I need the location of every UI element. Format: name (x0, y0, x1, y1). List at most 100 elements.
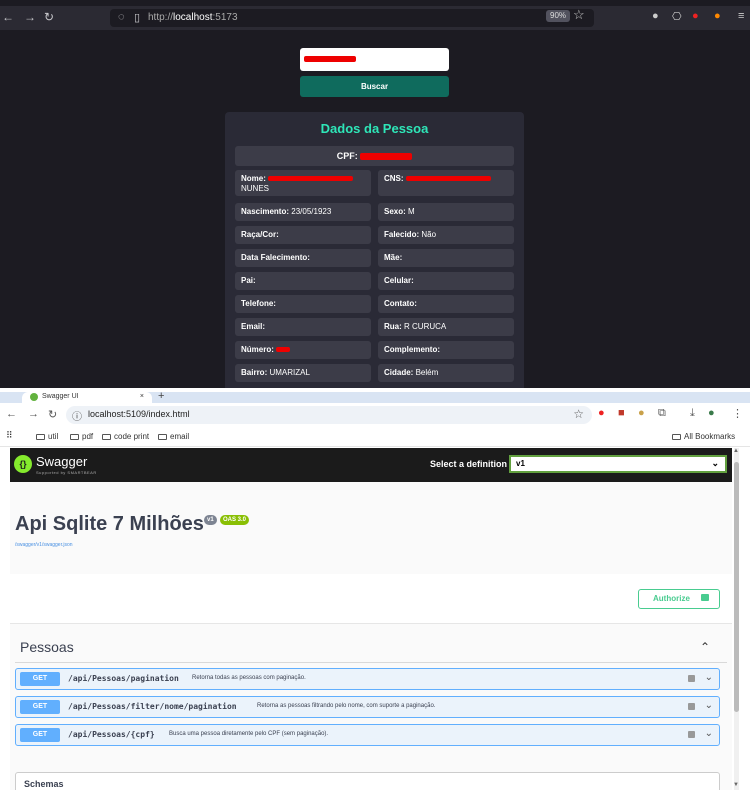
field-contato: Contato: (378, 295, 514, 313)
forward-arrow-icon[interactable]: → (28, 408, 39, 420)
extension-icon[interactable]: ⎔ (672, 10, 682, 23)
addon-icon[interactable]: ● (714, 10, 721, 22)
back-arrow-icon[interactable]: ← (6, 408, 17, 420)
omnibox[interactable]: ⓘ localhost:5109/index.html ☆ (66, 406, 592, 424)
definition-select[interactable]: v1 ⌄ (509, 455, 727, 473)
authorize-button[interactable]: Authorize (638, 589, 720, 609)
method-badge: GET (20, 700, 60, 714)
bookmark-code-print[interactable]: code print (102, 432, 149, 441)
folder-icon (36, 434, 45, 440)
reload-icon[interactable]: ↻ (48, 408, 57, 421)
redacted-number (276, 347, 291, 353)
operation-get-pagination[interactable]: GET /api/Pessoas/pagination Retorna toda… (15, 668, 720, 690)
api-info: Api Sqlite 7 Milhões v1 OAS 3.0 /swagger… (10, 482, 732, 574)
tab-swagger[interactable]: Swagger UI × (22, 392, 152, 403)
operation-path: /api/Pessoas/pagination (68, 674, 179, 683)
folder-icon (70, 434, 79, 440)
field-numero: Número: (235, 341, 371, 359)
chevron-up-icon[interactable]: ⌃ (700, 640, 710, 654)
lock-icon[interactable] (688, 731, 695, 738)
address-toolbar: ← → ↻ ⓘ localhost:5109/index.html ☆ ● ■ … (0, 403, 750, 427)
chrome-window: Swagger UI × + ← → ↻ ⓘ localhost:5109/in… (0, 392, 750, 790)
chevron-down-icon[interactable]: ⌄ (705, 700, 713, 711)
close-tab-icon[interactable]: × (140, 392, 144, 401)
bookmarks-bar: ⠿ util pdf code print email All Bookmark… (0, 427, 750, 447)
swagger-favicon-icon (30, 393, 38, 401)
field-cns: CNS: (378, 170, 514, 196)
search-button[interactable]: Buscar (300, 76, 449, 97)
reload-icon[interactable]: ↻ (44, 10, 54, 24)
swagger-brand-sub: Supported by SMARTBEAR (36, 470, 97, 475)
chevron-down-icon: ⌄ (711, 458, 719, 468)
card-title: Dados da Pessoa (320, 121, 429, 136)
scroll-up-icon[interactable]: ▲ (733, 448, 739, 454)
field-nascimento: Nascimento: 23/05/1923 (235, 203, 371, 221)
ublock-icon[interactable]: ● (692, 10, 699, 22)
oas-badge: OAS 3.0 (220, 515, 250, 525)
redacted-cpf (360, 153, 413, 161)
spec-link[interactable]: /swagger/v1/swagger.json (15, 542, 73, 548)
operation-summary: Retorna as pessoas filtrando pelo nome, … (257, 703, 436, 709)
apps-grid-icon[interactable]: ⠿ (6, 430, 13, 441)
tab-title: Swagger UI (42, 393, 79, 400)
page-scrollbar[interactable]: ▲ ▼ (733, 448, 739, 790)
chevron-down-icon[interactable]: ⌄ (705, 672, 713, 683)
tag-pessoas[interactable]: Pessoas (20, 639, 74, 655)
url-text: localhost:5109/index.html (88, 409, 190, 419)
bookmark-star-icon[interactable]: ☆ (573, 407, 584, 421)
field-data-falecimento: Data Falecimento: (235, 249, 371, 267)
lock-icon[interactable] (688, 703, 695, 710)
auth-section: Authorize (10, 574, 732, 624)
bookmark-util[interactable]: util (36, 432, 58, 441)
operation-get-cpf[interactable]: GET /api/Pessoas/{cpf} Busca uma pessoa … (15, 724, 720, 746)
url-bar[interactable]: ◌ ▯ http://localhost:5173 (110, 9, 594, 27)
lock-icon (701, 594, 709, 601)
profile-icon[interactable]: ● (708, 407, 715, 419)
field-telefone: Telefone: (235, 295, 371, 313)
forward-arrow-icon[interactable]: → (24, 10, 36, 24)
operations-section: Pessoas ⌃ GET /api/Pessoas/pagination Re… (10, 624, 732, 790)
bookmark-email[interactable]: email (158, 432, 189, 441)
scroll-down-icon[interactable]: ▼ (733, 782, 739, 788)
shield-icon[interactable]: ◌ (118, 11, 125, 23)
extension-icon[interactable]: ● (638, 407, 645, 419)
tab-strip: Swagger UI × + (0, 392, 750, 403)
field-email: Email: (235, 318, 371, 336)
site-info-icon[interactable]: ⓘ (72, 408, 82, 423)
cpf-search-input[interactable] (300, 48, 449, 71)
opera-extension-icon[interactable]: ● (598, 407, 605, 419)
zoom-indicator[interactable]: 90% (546, 10, 571, 22)
download-icon[interactable]: ⤓ (690, 407, 695, 420)
scroll-thumb[interactable] (734, 462, 739, 712)
method-badge: GET (20, 672, 60, 686)
redacted-name (268, 176, 354, 182)
bookmark-pdf[interactable]: pdf (70, 432, 93, 441)
url-text: http://localhost:5173 (148, 12, 238, 23)
field-falecido: Falecido: Não (378, 226, 514, 244)
all-bookmarks[interactable]: All Bookmarks (672, 432, 735, 441)
puzzle-icon[interactable]: ⧉ (658, 407, 666, 420)
kebab-menu-icon[interactable]: ⋮ (732, 407, 743, 420)
folder-icon (102, 434, 111, 440)
new-tab-icon[interactable]: + (158, 392, 164, 402)
redacted-value (304, 56, 356, 62)
operation-get-filter-nome[interactable]: GET /api/Pessoas/filter/nome/pagination … (15, 696, 720, 718)
chevron-down-icon[interactable]: ⌄ (705, 728, 713, 739)
schemas-section[interactable]: Schemas (15, 772, 720, 790)
field-nome: Nome: NUNES (235, 170, 371, 196)
firefox-window: ← → ↻ ◌ ▯ http://localhost:5173 90% ☆ ● … (0, 0, 750, 388)
menu-icon[interactable]: ≡ (738, 10, 744, 22)
extension-badge-icon[interactable]: ■ (618, 407, 625, 419)
operation-path: /api/Pessoas/filter/nome/pagination (68, 702, 237, 711)
lock-icon[interactable] (688, 675, 695, 682)
select-definition-label: Select a definition (430, 459, 508, 469)
bookmark-star-icon[interactable]: ☆ (573, 7, 585, 23)
account-icon[interactable]: ● (652, 10, 659, 22)
back-arrow-icon[interactable]: ← (2, 10, 14, 24)
field-mae: Mãe: (378, 249, 514, 267)
field-sexo: Sexo: M (378, 203, 514, 221)
operation-summary: Retorna todas as pessoas com paginação. (192, 675, 306, 681)
folder-icon (672, 434, 681, 440)
field-raca: Raça/Cor: (235, 226, 371, 244)
cpf-display: CPF: (235, 146, 514, 166)
